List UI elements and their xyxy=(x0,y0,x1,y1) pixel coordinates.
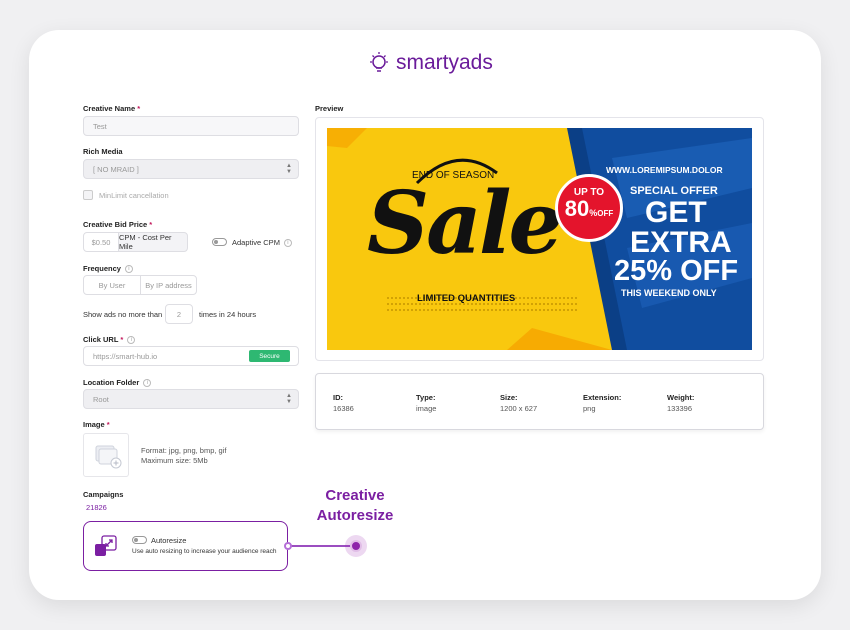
rich-media-label: Rich Media xyxy=(83,147,123,156)
meta-type-value: image xyxy=(416,404,437,413)
brand-name: smartyads xyxy=(396,51,493,74)
meta-type-label: Type: xyxy=(416,393,436,402)
sale-banner-image: END OF SEASON Sale LIMITED QUANTITIES UP… xyxy=(327,128,752,350)
connector-end-dot xyxy=(345,535,367,557)
pricing-model-select[interactable]: CPM - Cost Per Mile xyxy=(118,232,188,252)
show-ads-prefix: Show ads no more than xyxy=(83,310,163,319)
frequency-by-user[interactable]: By User xyxy=(83,275,141,295)
meta-weight-label: Weight: xyxy=(667,393,695,402)
banner-discount-badge: UP TO 80%OFF xyxy=(555,174,623,242)
creative-name-label: Creative Name * xyxy=(83,104,141,113)
meta-extension-label: Extension: xyxy=(583,393,622,402)
autoresize-description: Use auto resizing to increase your audie… xyxy=(132,548,277,555)
info-icon: i xyxy=(283,239,292,248)
meta-size-value: 1200 x 627 xyxy=(500,404,538,413)
show-ads-count-input[interactable]: 2 xyxy=(165,304,193,324)
meta-extension-value: png xyxy=(583,404,596,413)
image-max-size: Maximum size: 5Mb xyxy=(141,456,208,465)
location-folder-select[interactable]: Root ▲ ▼ xyxy=(83,389,299,409)
show-ads-suffix: times in 24 hours xyxy=(199,310,257,319)
select-chevron-icon: ▲ ▼ xyxy=(286,163,292,175)
banner-sale-text: Sale xyxy=(367,173,563,274)
campaigns-label: Campaigns xyxy=(83,490,124,499)
frequency-label: Frequency i xyxy=(83,264,133,274)
banner-weekend: THIS WEEKEND ONLY xyxy=(621,288,717,298)
banner-25-off: 25% OFF xyxy=(614,255,739,287)
image-upload[interactable] xyxy=(83,433,129,477)
info-icon: i xyxy=(127,336,136,345)
creative-name-input[interactable]: Test xyxy=(83,116,299,136)
info-icon: i xyxy=(124,265,133,274)
autoresize-toggle[interactable] xyxy=(132,536,147,544)
adaptive-cpm-label: Adaptive CPM i xyxy=(232,238,292,248)
meta-size-label: Size: xyxy=(500,393,518,402)
banner-limited: LIMITED QUANTITIES xyxy=(417,293,516,304)
location-folder-label: Location Folder i xyxy=(83,378,152,388)
connector-start-dot xyxy=(284,542,292,550)
adaptive-cpm-toggle[interactable] xyxy=(212,238,227,246)
meta-weight-value: 133396 xyxy=(667,404,693,413)
rich-media-select[interactable]: [ NO MRAID ] ▲ ▼ xyxy=(83,159,299,179)
bid-price-input[interactable]: $0.50 xyxy=(83,232,119,252)
secure-badge: Secure xyxy=(249,350,290,362)
banner-website: WWW.LOREMIPSUM.DOLOR xyxy=(606,165,723,175)
select-chevron-icon: ▲ ▼ xyxy=(286,393,292,405)
bid-price-label: Creative Bid Price * xyxy=(83,220,153,229)
image-formats: Format: jpg, png, bmp, gif xyxy=(141,446,227,455)
meta-id-label: ID: xyxy=(333,393,343,402)
minlimit-label: MinLimit cancellation xyxy=(99,191,169,200)
image-label: Image * xyxy=(83,420,110,429)
autoresize-icon xyxy=(95,535,117,556)
smartyads-logo: smartyads xyxy=(366,50,493,76)
campaign-link[interactable]: 21826 xyxy=(86,503,107,512)
preview-label: Preview xyxy=(315,104,344,113)
info-icon: i xyxy=(143,379,152,388)
callout-title: Creative Autoresize xyxy=(316,487,394,524)
banner-extra: EXTRA xyxy=(630,226,732,259)
frequency-by-ip[interactable]: By IP address xyxy=(140,275,197,295)
lightbulb-icon xyxy=(370,52,388,72)
autoresize-panel: Autoresize Use auto resizing to increase… xyxy=(83,521,288,571)
autoresize-title: Autoresize xyxy=(151,536,187,545)
image-placeholder-icon xyxy=(95,445,122,469)
banner-get: GET xyxy=(645,196,707,229)
meta-id-value: 16386 xyxy=(333,404,354,413)
minlimit-checkbox[interactable] xyxy=(83,190,93,200)
creative-meta-panel xyxy=(315,373,764,430)
click-url-label: Click URL * i xyxy=(83,335,136,345)
